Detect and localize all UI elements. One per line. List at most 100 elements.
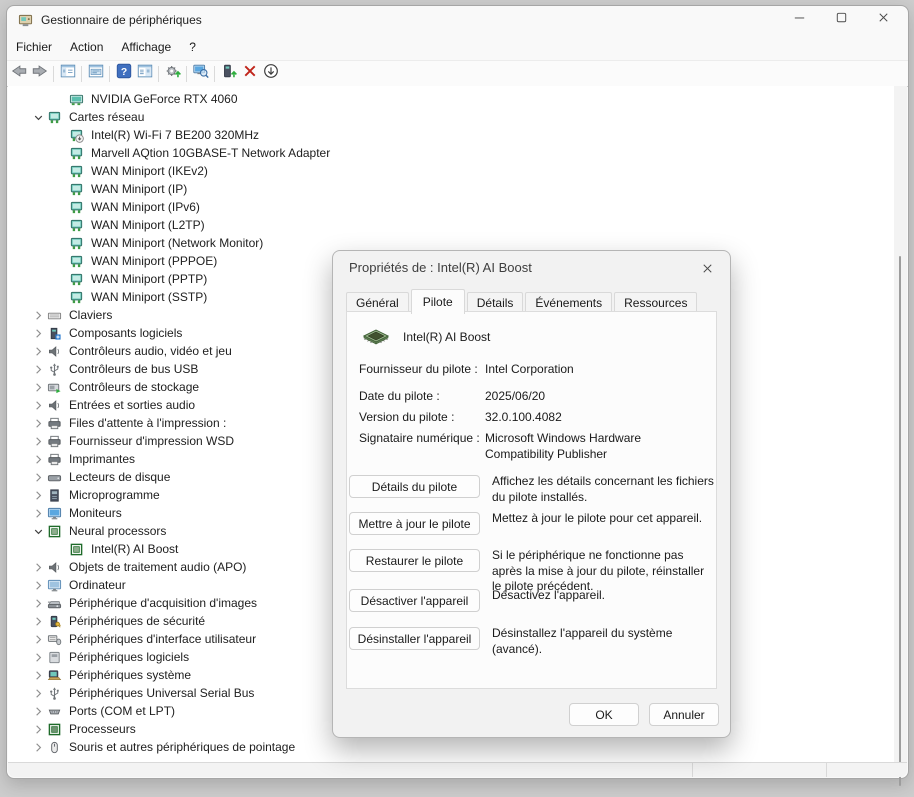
disable-button[interactable] xyxy=(260,63,281,85)
help-icon: ? xyxy=(115,62,133,85)
monitor-icon xyxy=(46,505,62,521)
tree-item-label: Contrôleurs de stockage xyxy=(67,380,201,394)
chevron-down-icon[interactable] xyxy=(30,523,46,539)
chevron-right-icon[interactable] xyxy=(30,685,46,701)
chevron-right-icon[interactable] xyxy=(30,361,46,377)
tree-item-label: WAN Miniport (Network Monitor) xyxy=(89,236,265,250)
network-adapter-icon xyxy=(68,253,84,269)
chevron-right-icon[interactable] xyxy=(30,721,46,737)
chevron-right-icon[interactable] xyxy=(30,595,46,611)
tree-item-label: Neural processors xyxy=(67,524,168,538)
chevron-right-icon[interactable] xyxy=(30,505,46,521)
network-adapter-icon xyxy=(68,289,84,305)
tree-item-label: Souris et autres périphériques de pointa… xyxy=(67,740,297,754)
cancel-button[interactable]: Annuler xyxy=(649,703,719,726)
tree-item-5[interactable]: WAN Miniport (IP) xyxy=(8,180,894,198)
chevron-right-icon[interactable] xyxy=(30,487,46,503)
dialog-close-button[interactable] xyxy=(694,257,720,279)
device-up-button[interactable] xyxy=(218,63,239,85)
tree-item-label: WAN Miniport (PPPOE) xyxy=(89,254,219,268)
chevron-right-icon[interactable] xyxy=(30,613,46,629)
tab-general[interactable]: Général xyxy=(346,292,409,313)
console-tree-button[interactable] xyxy=(57,63,78,85)
uninstall-device-button[interactable]: Désinstaller l'appareil xyxy=(349,627,480,650)
tree-item-label: WAN Miniport (IPv6) xyxy=(89,200,202,214)
ok-button[interactable]: OK xyxy=(569,703,639,726)
tree-item-6[interactable]: WAN Miniport (IPv6) xyxy=(8,198,894,216)
menu-fichier[interactable]: Fichier xyxy=(7,36,61,58)
tree-item-label: Moniteurs xyxy=(67,506,124,520)
minimize-button[interactable] xyxy=(778,6,820,34)
field-value: 32.0.100.4082 xyxy=(485,410,711,426)
chevron-down-icon[interactable] xyxy=(30,109,46,125)
chevron-right-icon[interactable] xyxy=(30,307,46,323)
chevron-right-icon[interactable] xyxy=(30,577,46,593)
tree-item-1[interactable]: Cartes réseau xyxy=(8,108,894,126)
menu-help[interactable]: ? xyxy=(180,36,205,58)
tab-details[interactable]: Détails xyxy=(467,292,524,313)
tree-scrollbar[interactable] xyxy=(894,86,907,763)
driver-details-button[interactable]: Détails du pilote xyxy=(349,475,480,498)
tab-evenements[interactable]: Événements xyxy=(525,292,612,313)
network-adapter-icon xyxy=(68,217,84,233)
tree-item-label: WAN Miniport (PPTP) xyxy=(89,272,209,286)
chevron-right-icon[interactable] xyxy=(30,451,46,467)
toolbar-separator xyxy=(214,66,215,82)
tree-item-label: Fournisseur d'impression WSD xyxy=(67,434,236,448)
tree-item-0[interactable]: NVIDIA GeForce RTX 4060 xyxy=(8,90,894,108)
chevron-right-icon[interactable] xyxy=(30,667,46,683)
menu-action[interactable]: Action xyxy=(61,36,112,58)
chevron-right-icon[interactable] xyxy=(30,739,46,755)
status-bar xyxy=(8,762,907,777)
close-button[interactable] xyxy=(862,6,904,34)
network-adapter-icon xyxy=(68,199,84,215)
chevron-right-icon[interactable] xyxy=(30,649,46,665)
scrollbar-thumb[interactable] xyxy=(899,256,901,786)
chevron-right-icon[interactable] xyxy=(30,379,46,395)
uninstall-button[interactable] xyxy=(239,63,260,85)
tree-item-2[interactable]: Intel(R) Wi-Fi 7 BE200 320MHz xyxy=(8,126,894,144)
back-button[interactable] xyxy=(8,63,29,85)
chevron-right-icon[interactable] xyxy=(30,397,46,413)
usb-icon xyxy=(46,361,62,377)
network-adapter-icon xyxy=(68,145,84,161)
back-icon xyxy=(10,62,28,85)
network-adapter-icon xyxy=(68,181,84,197)
chevron-right-icon[interactable] xyxy=(30,469,46,485)
dialog-title: Propriétés de : Intel(R) AI Boost xyxy=(349,260,532,275)
software-device-icon xyxy=(46,649,62,665)
chevron-right-icon[interactable] xyxy=(30,703,46,719)
properties-button[interactable] xyxy=(85,63,106,85)
chip-green-icon xyxy=(46,523,62,539)
scan-hardware-button[interactable] xyxy=(190,63,211,85)
tree-item-label: Entrées et sorties audio xyxy=(67,398,197,412)
chevron-right-icon[interactable] xyxy=(30,325,46,341)
tree-item-3[interactable]: Marvell AQtion 10GBASE-T Network Adapter xyxy=(8,144,894,162)
disable-device-button[interactable]: Désactiver l'appareil xyxy=(349,589,480,612)
forward-button[interactable] xyxy=(29,63,50,85)
export-list-button[interactable] xyxy=(134,63,155,85)
tree-item-label: Ports (COM et LPT) xyxy=(67,704,177,718)
roll-back-driver-button[interactable]: Restaurer le pilote xyxy=(349,549,480,572)
tab-pilote[interactable]: Pilote xyxy=(411,289,465,314)
tree-item-7[interactable]: WAN Miniport (L2TP) xyxy=(8,216,894,234)
tree-item-label: NVIDIA GeForce RTX 4060 xyxy=(89,92,240,106)
tab-ressources[interactable]: Ressources xyxy=(614,292,697,313)
chevron-right-icon[interactable] xyxy=(30,433,46,449)
maximize-icon xyxy=(834,10,849,30)
maximize-button[interactable] xyxy=(820,6,862,34)
menu-affichage[interactable]: Affichage xyxy=(112,36,180,58)
tree-item-4[interactable]: WAN Miniport (IKEv2) xyxy=(8,162,894,180)
chevron-right-icon[interactable] xyxy=(30,631,46,647)
printer-icon xyxy=(46,415,62,431)
tree-item-36[interactable]: Souris et autres périphériques de pointa… xyxy=(8,738,894,756)
help-button[interactable]: ? xyxy=(113,63,134,85)
tree-item-label: Périphériques système xyxy=(67,668,193,682)
update-driver-button[interactable] xyxy=(162,63,183,85)
chevron-right-icon[interactable] xyxy=(30,343,46,359)
title-bar[interactable]: Gestionnaire de périphériques xyxy=(7,6,908,34)
chevron-right-icon[interactable] xyxy=(30,415,46,431)
chevron-right-icon[interactable] xyxy=(30,559,46,575)
driver-field-row: Date du pilote :2025/06/20 xyxy=(359,389,711,405)
update-driver-button[interactable]: Mettre à jour le pilote xyxy=(349,512,480,535)
